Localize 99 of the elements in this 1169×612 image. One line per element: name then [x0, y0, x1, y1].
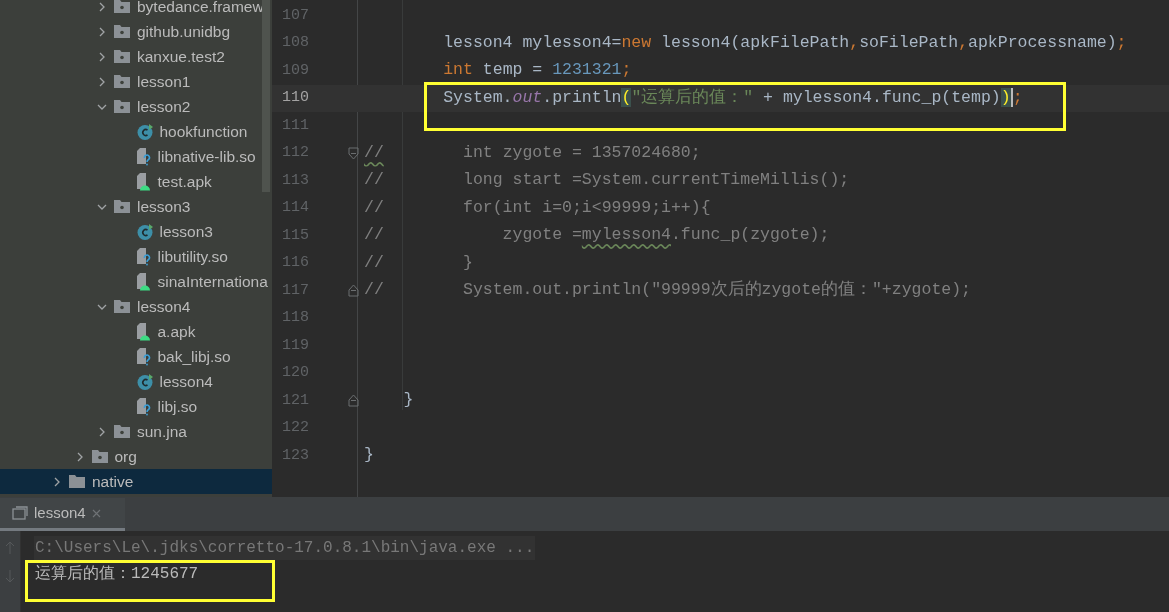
line-number: 114 — [282, 198, 310, 218]
code-line: // } — [364, 251, 473, 274]
folder-icon — [113, 74, 131, 89]
code-line: // zygote =mylesson4.func_p(zygote); — [364, 224, 830, 247]
chevron-right-icon[interactable] — [97, 426, 107, 437]
tree-item[interactable]: test.apk — [0, 169, 272, 194]
tree-item[interactable]: org — [0, 444, 272, 469]
tree-item[interactable]: github.unidbg — [0, 19, 272, 44]
chevron-right-icon[interactable] — [97, 76, 107, 87]
code-line: System.out.println("运算后的值：" + mylesson4.func_p(temp)); — [442, 86, 1023, 110]
tree-item[interactable]: lesson3 — [0, 194, 272, 219]
code-line: // for(int i=0;i<99999;i++){ — [364, 196, 711, 219]
android-file-icon — [135, 272, 152, 291]
folder-icon — [113, 49, 131, 64]
tree-item[interactable]: hookfunction — [0, 119, 272, 144]
class-icon — [135, 372, 154, 391]
code-line: int temp = 1231321; — [442, 59, 632, 82]
tree-item-label: lesson4 — [159, 371, 213, 392]
folder-icon — [113, 24, 131, 39]
fold-marker-icon[interactable] — [348, 394, 359, 408]
fold-marker-icon[interactable] — [348, 146, 359, 160]
tree-item-label: native — [92, 471, 134, 492]
tree-item[interactable]: libj.so — [0, 394, 272, 419]
tree-item[interactable]: bytedance.framew — [0, 0, 272, 19]
folder-icon — [90, 449, 109, 464]
tree-item-label: hookfunction — [159, 121, 248, 142]
tree-item[interactable]: native — [0, 469, 272, 494]
tree-item-label: lesson4 — [137, 296, 191, 317]
tree-item-label: lesson2 — [137, 96, 191, 117]
tree-item-label: org — [114, 446, 137, 467]
tree-item-label: libj.so — [157, 396, 198, 417]
tree-item-label: lesson3 — [159, 221, 213, 242]
line-number: 122 — [282, 418, 310, 438]
android-file-icon — [135, 172, 152, 191]
file-unknown-icon — [135, 347, 152, 366]
line-number: 120 — [282, 363, 310, 383]
tree-item-label: bak_libj.so — [157, 346, 231, 367]
tree-item[interactable]: lesson2 — [0, 94, 272, 119]
tree-item-label: github.unidbg — [137, 21, 231, 42]
tree-item[interactable]: lesson1 — [0, 69, 272, 94]
folder-icon — [113, 424, 131, 439]
code-line: } — [402, 389, 414, 412]
line-number: 107 — [282, 5, 310, 26]
tree-item-label: sun.jna — [137, 421, 187, 442]
line-number: 118 — [282, 308, 310, 328]
console-line: 运算后的值：1245677 — [34, 564, 200, 585]
tree-item[interactable]: lesson3 — [0, 219, 272, 244]
line-number: 110 — [282, 88, 310, 108]
tree-item[interactable]: lesson4 — [0, 369, 272, 394]
fold-marker-icon[interactable] — [348, 284, 359, 298]
chevron-right-icon[interactable] — [97, 26, 107, 37]
tree-item-label: libutility.so — [157, 246, 228, 267]
line-number: 108 — [282, 33, 310, 53]
code-line: // System.out.println("99999次后的zygote的值："+zygote); — [364, 279, 971, 302]
tree-item-label: test.apk — [157, 171, 212, 192]
code-line: // int zygote = 1357024680; — [364, 141, 701, 164]
tree-item[interactable]: a.apk — [0, 319, 272, 344]
line-number: 119 — [282, 335, 310, 356]
line-number: 121 — [282, 390, 310, 411]
code-line: lesson4 mylesson4=new lesson4(apkFilePath,soFilePath,apkProcessname); — [442, 31, 1127, 54]
console-icon — [12, 506, 28, 520]
tree-item-label: a.apk — [157, 321, 196, 342]
tree-item-label: lesson1 — [137, 71, 191, 92]
chevron-right-icon[interactable] — [52, 476, 62, 487]
line-number: 123 — [282, 445, 310, 466]
android-file-icon — [135, 322, 152, 341]
tree-item[interactable]: bak_libj.so — [0, 344, 272, 369]
tree-item-label: sinaInternationa — [157, 271, 268, 292]
line-number: 111 — [282, 115, 310, 136]
line-number: 112 — [282, 143, 310, 163]
class-icon — [135, 222, 154, 241]
folder-icon — [113, 299, 131, 314]
code-line: } — [364, 444, 374, 467]
folder-icon — [68, 474, 86, 489]
chevron-right-icon[interactable] — [97, 51, 107, 62]
tree-item[interactable]: libutility.so — [0, 244, 272, 269]
folder-icon — [113, 99, 131, 114]
code-line: // long start =System.currentTimeMillis(); — [364, 169, 850, 192]
run-tab[interactable]: lesson4 — [0, 498, 125, 531]
tree-item[interactable]: kanxue.test2 — [0, 44, 272, 69]
folder-icon — [113, 199, 131, 214]
tree-item-label: lesson3 — [137, 196, 191, 217]
tree-item-label: kanxue.test2 — [137, 46, 225, 67]
file-unknown-icon — [135, 147, 152, 166]
file-unknown-icon — [135, 397, 152, 416]
line-number: 115 — [282, 225, 310, 246]
tree-item[interactable]: libnative-lib.so — [0, 144, 272, 169]
class-icon — [135, 122, 154, 141]
tree-item[interactable]: sinaInternationa — [0, 269, 272, 294]
line-number: 116 — [282, 253, 310, 273]
tree-item-label: bytedance.framew — [137, 0, 264, 17]
tree-item[interactable]: sun.jna — [0, 419, 272, 444]
chevron-right-icon[interactable] — [97, 1, 107, 12]
line-number: 113 — [282, 170, 310, 191]
tree-item-label: libnative-lib.so — [157, 146, 256, 167]
file-unknown-icon — [135, 247, 152, 266]
line-number: 117 — [282, 280, 310, 301]
tree-item[interactable]: lesson4 — [0, 294, 272, 319]
line-number: 109 — [282, 60, 310, 81]
